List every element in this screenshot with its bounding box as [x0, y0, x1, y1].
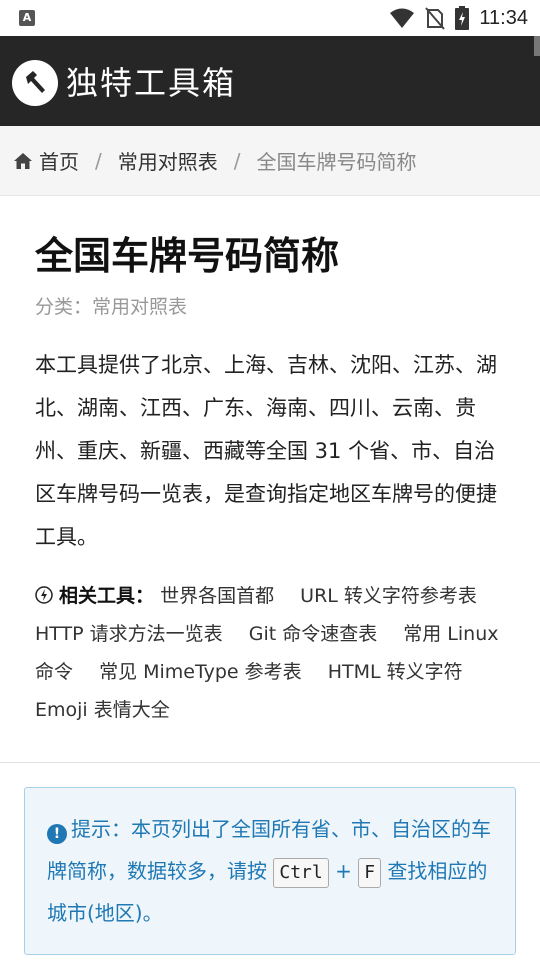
plus-sign: +	[335, 859, 352, 883]
tip-notice: ! 提示：本页列出了全国所有省、市、自治区的车牌简称，数据较多，请按 Ctrl +…	[24, 787, 516, 955]
page-category: 分类：常用对照表	[35, 296, 188, 318]
related-tool-link[interactable]: 世界各国首都	[160, 585, 274, 607]
breadcrumb-separator: /	[233, 148, 241, 173]
breadcrumb-separator: /	[95, 148, 102, 173]
main-content: 全国车牌号码简称 分类：常用对照表 本工具提供了北京、上海、吉林、沈阳、江苏、湖…	[35, 226, 510, 729]
info-icon: !	[47, 824, 67, 844]
breadcrumb-current: 全国车牌号码简称	[256, 150, 417, 174]
section-divider	[0, 762, 540, 763]
f-key: F	[358, 857, 382, 888]
wifi-icon	[390, 8, 415, 28]
related-tool-link[interactable]: URL 转义字符参考表	[300, 585, 477, 607]
breadcrumb: 首页 / 常用对照表 / 全国车牌号码简称	[0, 126, 540, 196]
lightning-icon	[35, 586, 53, 604]
clock: 11:34	[479, 6, 528, 29]
no-sim-icon	[425, 7, 446, 30]
app-title[interactable]: 独特工具箱	[66, 60, 236, 106]
breadcrumb-home-label: 首页	[39, 150, 79, 174]
related-tool-link[interactable]: Git 命令速查表	[249, 623, 378, 645]
scrollbar-thumb[interactable]	[534, 36, 540, 56]
related-tool-link[interactable]: Emoji 表情大全	[35, 699, 170, 721]
related-tools-label: 相关工具：	[59, 585, 155, 607]
status-bar: A 11:34	[0, 0, 540, 36]
app-notification-icon: A	[19, 10, 35, 26]
home-icon	[14, 152, 32, 169]
hammer-icon[interactable]	[12, 60, 58, 106]
battery-charging-icon	[455, 6, 470, 30]
related-tool-link[interactable]: 常见 MimeType 参考表	[99, 661, 302, 683]
related-tool-link[interactable]: HTML 转义字符	[328, 661, 463, 683]
status-icons: 11:34	[389, 4, 528, 32]
related-tools: 相关工具： 世界各国首都 URL 转义字符参考表 HTTP 请求方法一览表 Gi…	[35, 577, 510, 729]
breadcrumb-section[interactable]: 常用对照表	[118, 146, 218, 175]
ctrl-key: Ctrl	[273, 857, 329, 888]
app-bar: 独特工具箱	[0, 36, 540, 126]
page-title: 全国车牌号码简称	[35, 234, 340, 278]
related-tool-link[interactable]: HTTP 请求方法一览表	[35, 623, 223, 645]
page-intro: 本工具提供了北京、上海、吉林、沈阳、江苏、湖北、湖南、江西、广东、海南、四川、云…	[35, 353, 497, 549]
breadcrumb-home[interactable]: 首页	[13, 146, 79, 175]
